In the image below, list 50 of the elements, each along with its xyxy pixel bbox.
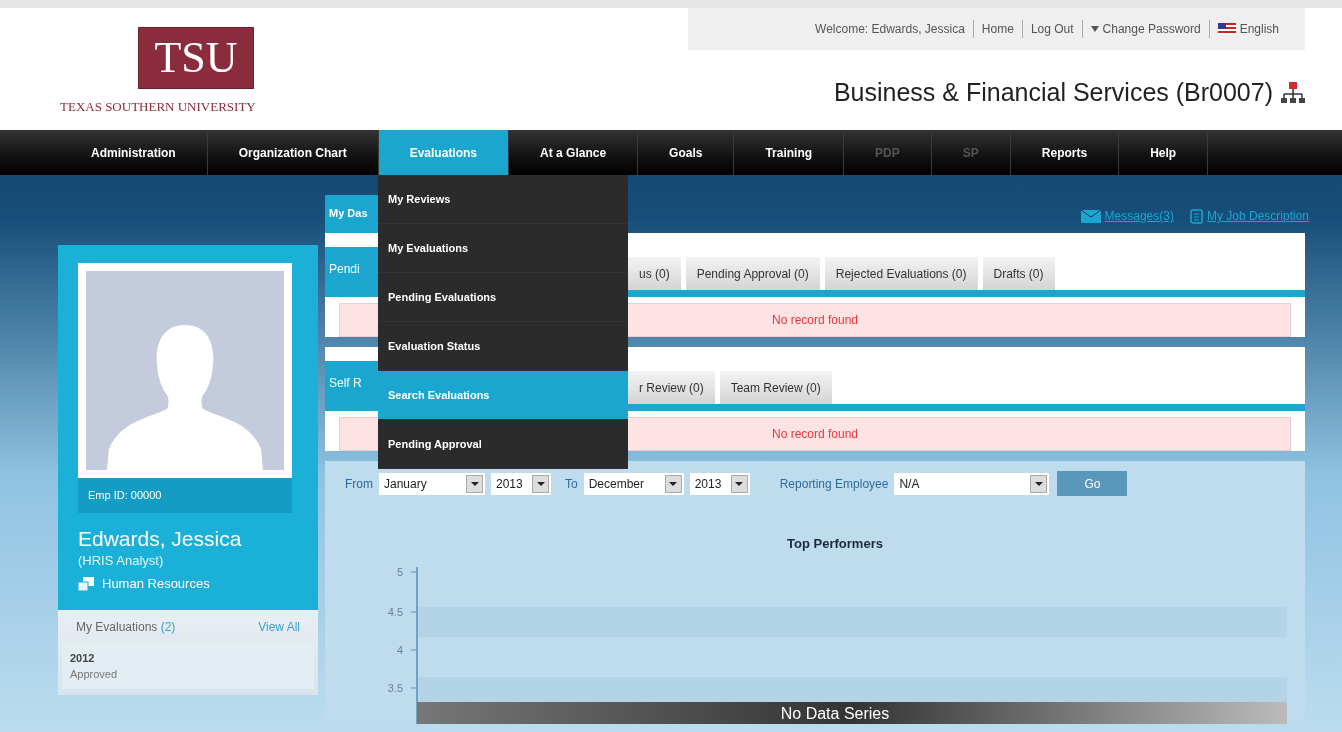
section-tab[interactable]: Drafts (0) xyxy=(982,257,1055,290)
department-title: Business & Financial Services (Br0007) xyxy=(833,77,1273,108)
axis-tick-label: 4.5 xyxy=(387,606,403,618)
change-password-link[interactable]: Change Password xyxy=(1102,20,1201,38)
select-field[interactable]: 2013 xyxy=(689,472,750,495)
employee-name: Edwards, Jessica xyxy=(78,526,243,551)
flag-icon[interactable] xyxy=(1217,23,1236,35)
panel-title: My Evaluations (2) xyxy=(76,618,176,636)
axis-tick-label: 3.5 xyxy=(387,682,403,694)
no-data-banner: No Data Series xyxy=(417,702,1287,724)
filter-label: From xyxy=(345,475,373,493)
nav-tab[interactable]: Administration xyxy=(60,130,208,175)
select-field[interactable]: December xyxy=(583,472,684,495)
section-tab[interactable]: Team Review (0) xyxy=(719,371,832,404)
axis-tick-label: 5 xyxy=(396,566,403,578)
caret-icon[interactable] xyxy=(1034,481,1043,486)
nav-tab[interactable]: Goals xyxy=(638,130,735,175)
select-field[interactable]: January xyxy=(379,472,485,495)
section-tab[interactable]: r Review (0) xyxy=(628,371,715,404)
language-link[interactable]: English xyxy=(1239,20,1279,38)
evaluation-item[interactable]: 2012 Approved xyxy=(62,643,314,689)
welcome-text: Welcome: Edwards, Jessica xyxy=(815,21,965,38)
header-link[interactable]: Log Out xyxy=(1030,20,1074,38)
caret-icon[interactable] xyxy=(1090,26,1099,32)
select-field[interactable]: 2013 xyxy=(491,472,551,495)
header-link[interactable]: Home xyxy=(981,20,1014,38)
org-chart-icon[interactable] xyxy=(1281,80,1305,105)
filter-label: To xyxy=(565,475,578,493)
caret-icon[interactable] xyxy=(669,481,678,486)
section-tab[interactable]: us (0) xyxy=(628,257,681,290)
nav-tab[interactable]: Training xyxy=(734,130,845,175)
section-tab[interactable]: Pending Approval (0) xyxy=(685,257,820,290)
chart-title: Top Performers xyxy=(787,536,883,551)
caret-icon[interactable] xyxy=(735,481,744,486)
caret-icon[interactable] xyxy=(536,481,545,486)
caret-icon[interactable] xyxy=(470,481,479,486)
filter-label: Reporting Employee xyxy=(779,475,889,493)
building-icon xyxy=(78,576,94,591)
nav-tab[interactable]: Reports xyxy=(1010,130,1120,175)
section-tab[interactable]: Rejected Evaluations (0) xyxy=(824,257,978,290)
university-name: TEXAS SOUTHERN UNIVERSITY xyxy=(60,98,256,116)
nav-tab[interactable]: Organization Chart xyxy=(207,130,379,175)
document-icon[interactable] xyxy=(1189,208,1203,224)
select-field[interactable]: N/A xyxy=(894,472,1050,495)
axis-tick-label: 4 xyxy=(396,644,403,656)
envelope-icon[interactable] xyxy=(1080,209,1101,223)
employee-id: Emp ID: 00000 xyxy=(78,478,292,513)
nav-tab[interactable]: Help xyxy=(1119,130,1209,175)
logo[interactable]: TSU xyxy=(138,27,254,89)
job-title: (HRIS Analyst) xyxy=(78,551,165,570)
